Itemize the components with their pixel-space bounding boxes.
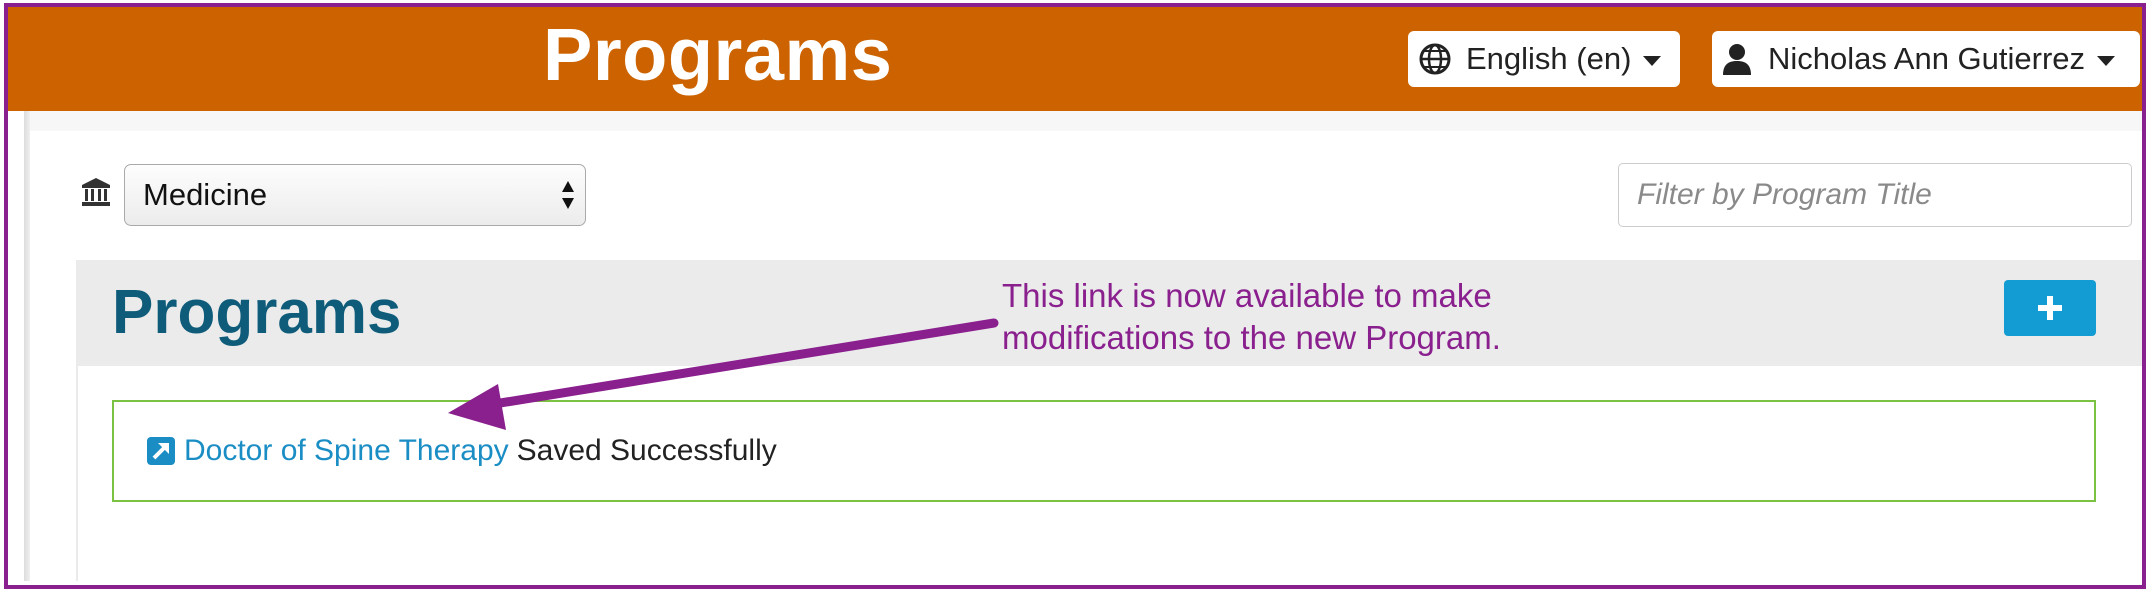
external-link-icon[interactable] xyxy=(146,436,176,466)
plus-icon xyxy=(2038,296,2062,320)
user-name: Nicholas Ann Gutierrez xyxy=(1768,41,2086,76)
institution-select-value: Medicine xyxy=(143,177,268,212)
program-filter-input[interactable] xyxy=(1618,163,2132,227)
success-alert: Doctor of Spine Therapy Saved Successful… xyxy=(112,400,2096,502)
language-dropdown[interactable]: English (en) xyxy=(1408,31,1680,87)
annotation-callout: This link is now available to make modif… xyxy=(1002,275,1642,359)
sidebar-edge xyxy=(8,111,30,581)
chevron-down-icon xyxy=(2097,55,2116,66)
user-icon xyxy=(1723,44,1751,75)
annotation-line-2: modifications to the new Program. xyxy=(1002,319,1501,356)
top-navbar: Programs English (en) Nicholas Ann Gutie… xyxy=(8,7,2142,111)
program-link[interactable]: Doctor of Spine Therapy xyxy=(184,434,509,468)
annotation-line-1: This link is now available to make xyxy=(1002,277,1492,314)
alert-message: Saved Successfully xyxy=(516,434,777,467)
user-menu-dropdown[interactable]: Nicholas Ann Gutierrez xyxy=(1712,31,2140,87)
panel-left-border xyxy=(76,366,78,581)
panel-title: Programs xyxy=(112,278,402,347)
select-arrows-icon xyxy=(562,181,574,209)
institution-select[interactable]: Medicine xyxy=(124,164,586,226)
chevron-down-icon xyxy=(1643,55,1662,66)
institution-icon xyxy=(82,178,110,206)
subheader-strip xyxy=(30,111,2142,131)
language-label: English (en) xyxy=(1466,41,1632,76)
add-program-button[interactable] xyxy=(2004,280,2096,336)
app-title: Programs xyxy=(543,13,893,96)
globe-icon xyxy=(1419,43,1451,75)
